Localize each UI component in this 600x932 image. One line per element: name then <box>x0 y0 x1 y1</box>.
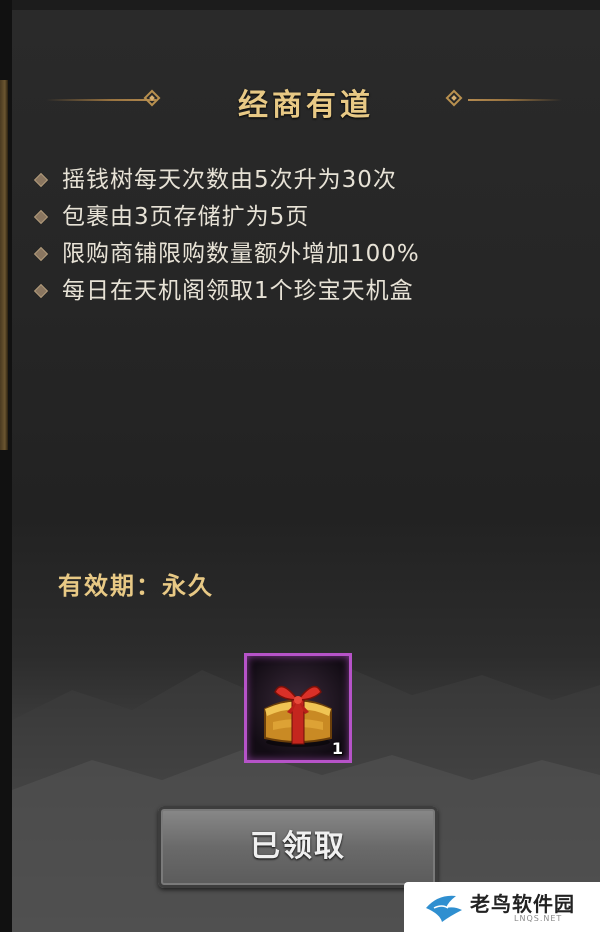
perk-item: 每日在天机阁领取1个珍宝天机盒 <box>26 273 586 310</box>
perk-text: 包裹由3页存储扩为5页 <box>62 204 310 230</box>
watermark: 老鸟软件园 LNQS.NET <box>404 882 600 932</box>
diamond-bullet-icon <box>33 172 49 188</box>
perk-item: 包裹由3页存储扩为5页 <box>26 199 586 236</box>
panel-title: 经商有道 <box>238 88 374 123</box>
watermark-domain: LNQS.NET <box>514 914 563 923</box>
panel-header: 经商有道 <box>12 72 600 128</box>
item-count: 1 <box>331 739 343 758</box>
perk-item: 摇钱树每天次数由5次升为30次 <box>26 162 586 199</box>
treasure-chest-icon <box>264 685 332 747</box>
diamond-bullet-icon <box>33 283 49 299</box>
perk-text: 摇钱树每天次数由5次升为30次 <box>62 167 397 193</box>
diamond-ornament-icon <box>143 89 161 107</box>
perk-text: 每日在天机阁领取1个珍宝天机盒 <box>62 278 414 304</box>
bird-logo-icon <box>426 895 462 922</box>
header-line-left <box>46 99 156 101</box>
diamond-bullet-icon <box>33 209 49 225</box>
perk-item: 限购商铺限购数量额外增加100% <box>26 236 586 273</box>
watermark-name: 老鸟软件园 <box>470 892 575 916</box>
reward-item-slot[interactable]: 1 <box>244 653 352 763</box>
diamond-bullet-icon <box>33 246 49 262</box>
perk-list: 摇钱树每天次数由5次升为30次 包裹由3页存储扩为5页 限购商铺限购数量额外增加… <box>26 162 586 310</box>
validity-period: 有效期：永久 <box>58 572 214 600</box>
left-trim-decoration <box>0 80 8 450</box>
perk-panel: 经商有道 摇钱树每天次数由5次升为30次 包裹由3页存储扩为5页 限购商铺限购数… <box>12 10 600 932</box>
claimed-button[interactable]: 已领取 <box>158 806 438 888</box>
claimed-button-label: 已领取 <box>250 829 346 864</box>
header-line-right <box>468 99 562 101</box>
perk-text: 限购商铺限购数量额外增加100% <box>62 241 420 267</box>
